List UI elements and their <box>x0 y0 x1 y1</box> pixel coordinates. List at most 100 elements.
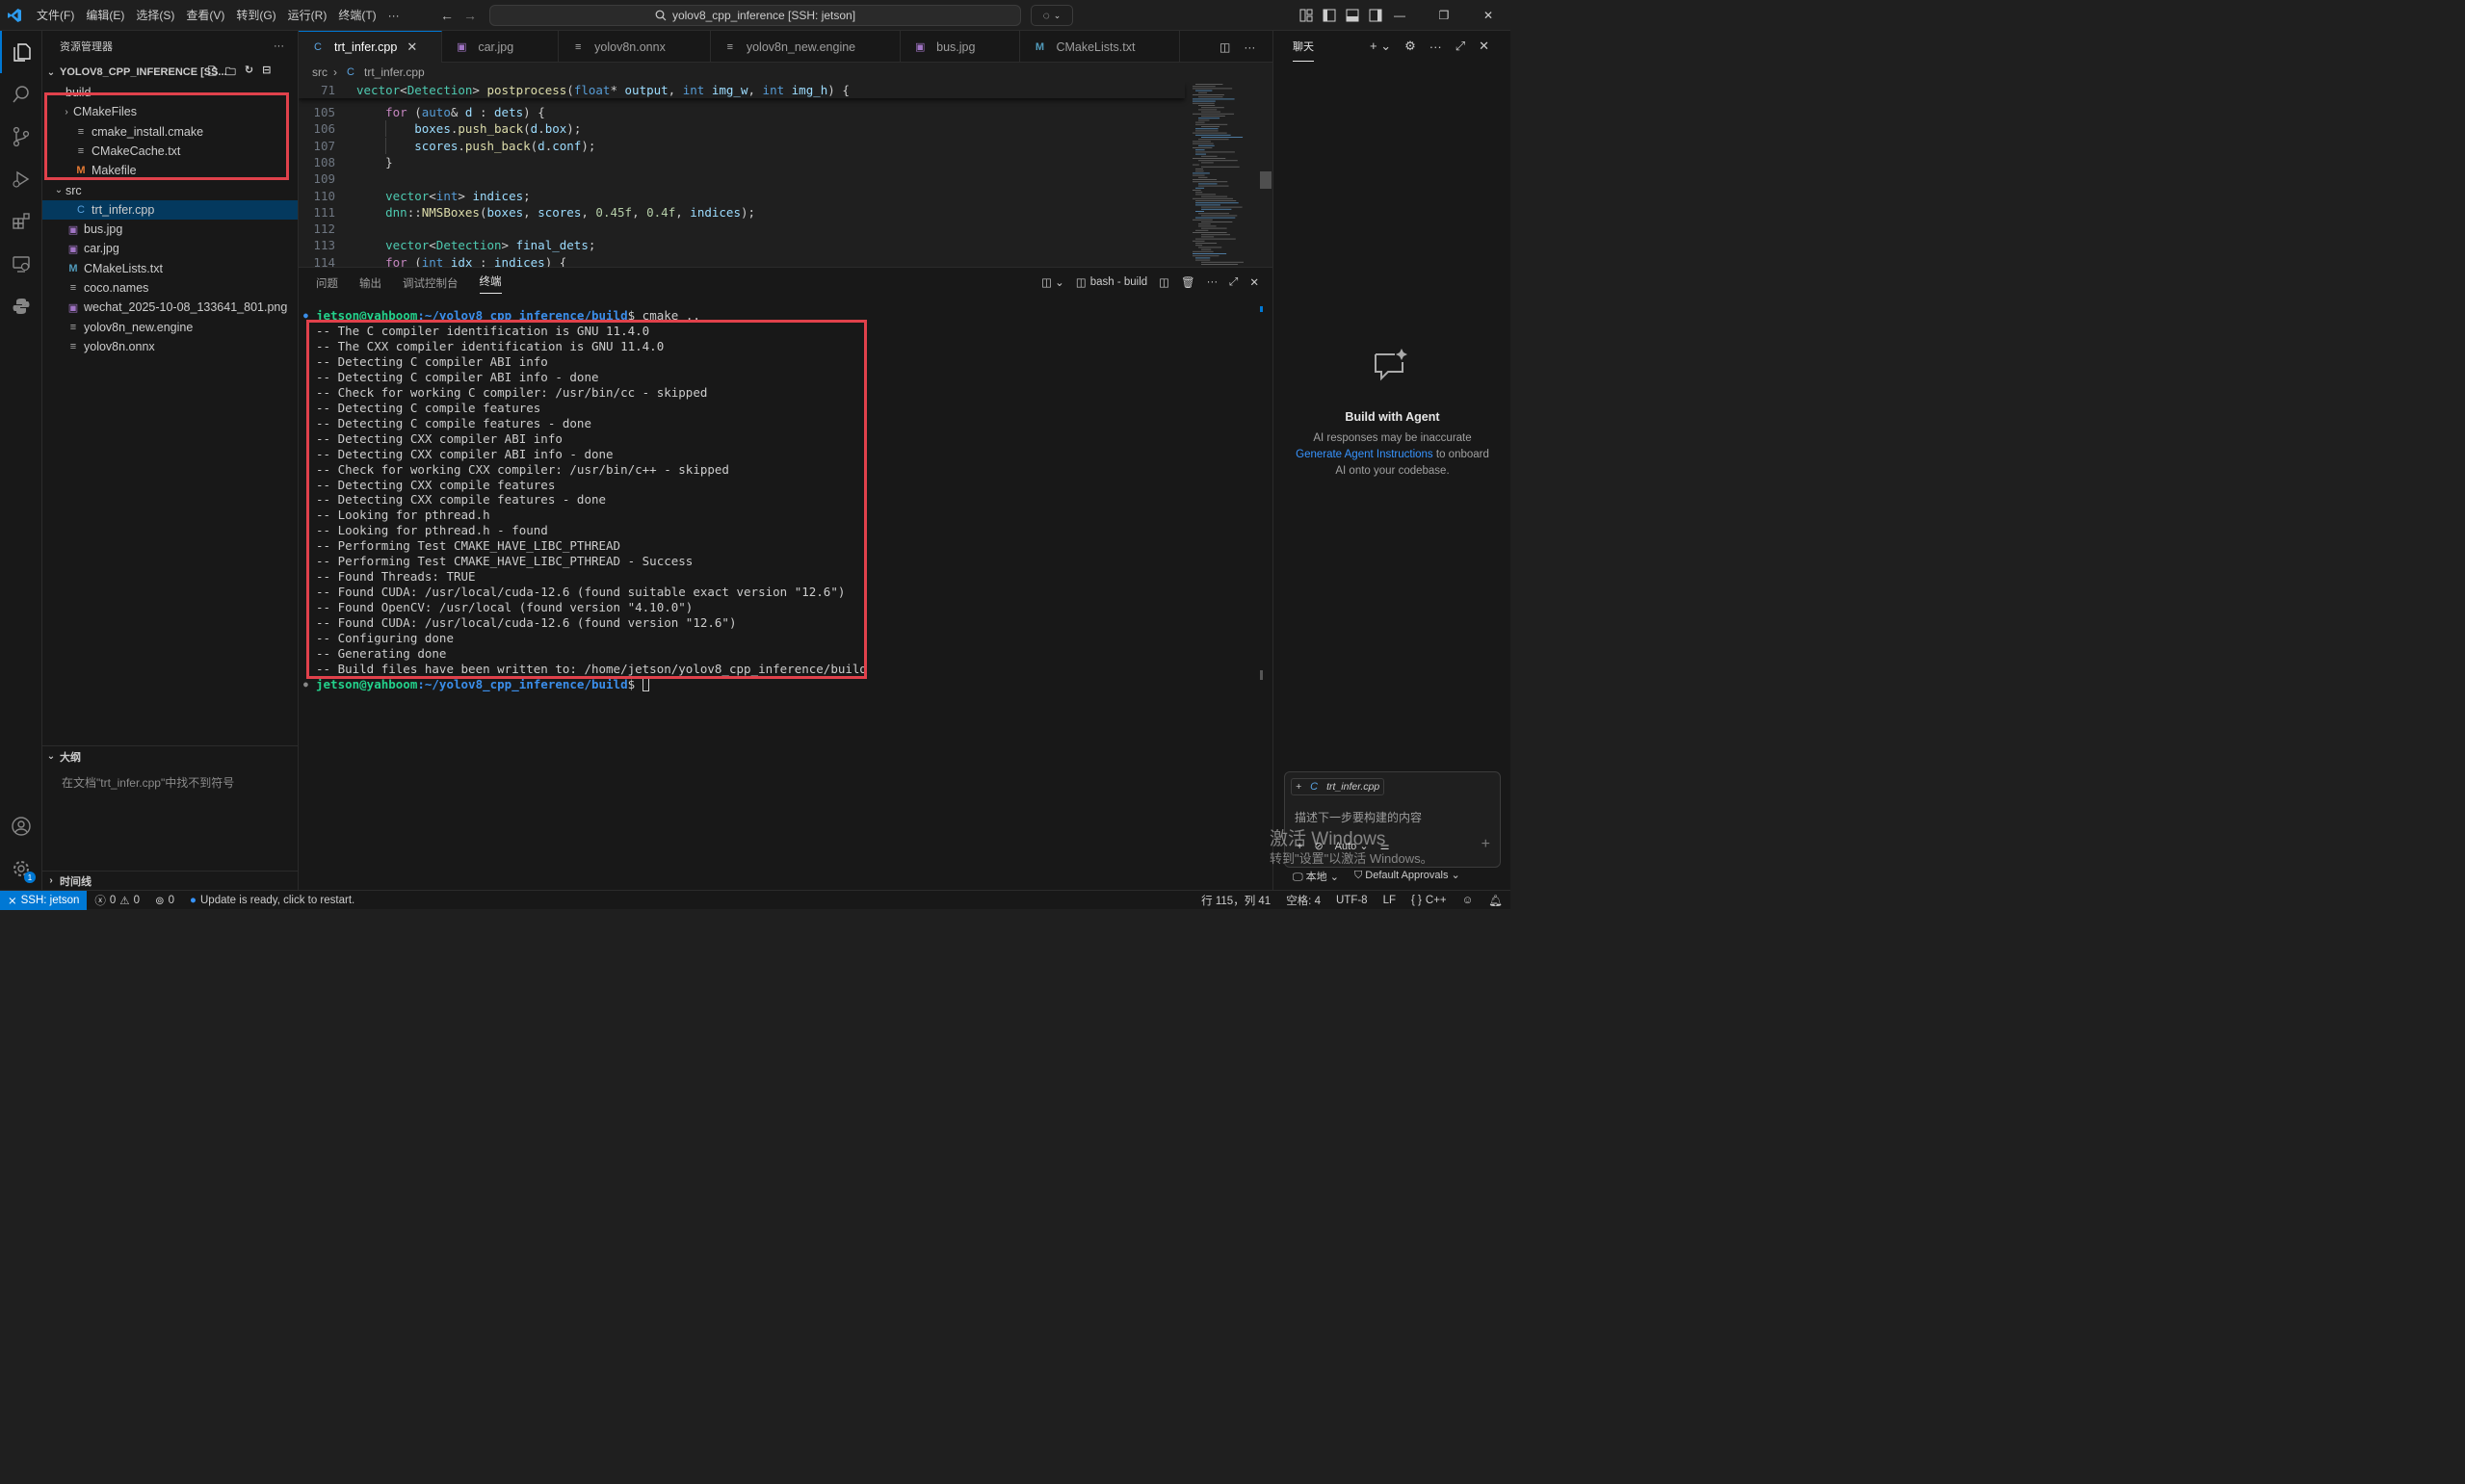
refresh-icon[interactable]: ↻ <box>245 64 253 82</box>
chat-context-chip[interactable]: + Ctrt_infer.cpp <box>1291 778 1385 795</box>
generate-agent-instructions-link[interactable]: Generate Agent Instructions <box>1296 449 1433 460</box>
copilot-status-icon[interactable]: ☺ <box>1455 891 1482 910</box>
file-tree-item[interactable]: ⌄ build <box>42 83 298 102</box>
extensions-icon[interactable] <box>0 200 42 243</box>
sticky-scroll-line[interactable]: 71 vector<Detection> postprocess(float* … <box>299 82 1185 98</box>
update-notification[interactable]: ● Update is ready, click to restart. <box>182 891 362 910</box>
panel-tab[interactable]: 终端 <box>479 273 502 294</box>
editor-tab[interactable]: ≡ yolov8n_new.engine <box>711 31 902 63</box>
menu-item[interactable]: 文件(F) <box>31 5 80 26</box>
remote-indicator[interactable]: ⨯ SSH: jetson <box>0 890 88 910</box>
code-line[interactable]: 107 scores.push_back(d.conf); <box>299 137 1185 154</box>
editor-tab[interactable]: ≡ yolov8n.onnx <box>559 31 711 63</box>
manage-gear-icon[interactable]: 1 <box>0 847 42 890</box>
indentation[interactable]: 空格: 4 <box>1278 891 1328 910</box>
file-tree-item[interactable]: ▣ bus.jpg <box>42 220 298 239</box>
panel-tab[interactable]: 调试控制台 <box>403 275 459 291</box>
code-line[interactable]: 110 vector<int> indices; <box>299 188 1185 204</box>
breadcrumb-file[interactable]: trt_infer.cpp <box>364 65 425 79</box>
file-tree-item[interactable]: ⌄ src <box>42 181 298 200</box>
split-terminal-icon[interactable]: ◫ <box>1159 275 1169 289</box>
python-icon[interactable] <box>0 285 42 327</box>
close-window-button[interactable]: ✕ <box>1466 0 1510 31</box>
collapse-all-icon[interactable]: ⊟ <box>262 64 271 82</box>
close-chat-icon[interactable]: ✕ <box>1479 39 1489 54</box>
file-tree-item[interactable]: › CMakeFiles <box>42 102 298 121</box>
menu-item[interactable]: ··· <box>382 5 406 26</box>
approvals-picker[interactable]: ⛉ Default Approvals ⌄ <box>1354 869 1460 884</box>
code-line[interactable]: 109 <box>299 170 1185 187</box>
back-arrow-icon[interactable]: ← <box>435 8 459 23</box>
run-debug-icon[interactable] <box>0 158 42 200</box>
editor-tab[interactable]: Ctrt_infer.cpp ✕ <box>299 31 443 63</box>
editor-more-icon[interactable]: ··· <box>1244 40 1255 54</box>
toggle-primary-sidebar-icon[interactable] <box>1318 0 1341 31</box>
code-line[interactable]: 106 boxes.push_back(d.box); <box>299 120 1185 138</box>
copilot-chat-button[interactable]: ◌ ⌄ <box>1031 5 1073 26</box>
language-mode[interactable]: { } C++ <box>1403 891 1455 910</box>
file-tree-item[interactable]: M Makefile <box>42 161 298 180</box>
ports-indicator[interactable]: ⊚ 0 <box>147 891 182 910</box>
new-chat-icon[interactable]: + ⌄ <box>1370 39 1391 54</box>
code-line[interactable]: 105 for (auto& d : dets) { <box>299 104 1185 120</box>
menu-item[interactable]: 转到(G) <box>230 5 281 26</box>
chat-more-icon[interactable]: ··· <box>1429 39 1442 54</box>
file-tree-item[interactable]: ≡ yolov8n_new.engine <box>42 318 298 337</box>
code-editor[interactable]: 71 vector<Detection> postprocess(float* … <box>299 82 1262 267</box>
editor-tab[interactable]: M CMakeLists.txt <box>1020 31 1181 63</box>
trash-icon[interactable]: 🗑 <box>1181 275 1195 289</box>
accounts-icon[interactable] <box>0 805 42 847</box>
chat-title[interactable]: 聊天 <box>1293 31 1314 62</box>
command-center-search[interactable]: yolov8_cpp_inference [SSH: jetson] <box>489 5 1021 26</box>
maximize-panel-icon[interactable]: ⤢ <box>1229 276 1238 289</box>
menu-item[interactable]: 查看(V) <box>180 5 230 26</box>
close-panel-icon[interactable]: ✕ <box>1249 275 1259 289</box>
code-line[interactable]: 111 dnn::NMSBoxes(boxes, scores, 0.45f, … <box>299 204 1185 221</box>
command-decoration-icon[interactable]: ● <box>303 308 308 324</box>
maximize-chat-icon[interactable]: ⤢ <box>1455 39 1465 54</box>
restore-button[interactable]: ❐ <box>1422 0 1466 31</box>
explorer-icon[interactable] <box>0 31 42 73</box>
split-editor-icon[interactable]: ◫ <box>1219 40 1230 54</box>
file-tree-item[interactable]: Ctrt_infer.cpp <box>42 199 298 220</box>
explorer-more-button[interactable]: ··· <box>274 40 284 52</box>
close-tab-icon[interactable]: ✕ <box>406 39 430 55</box>
chat-settings-gear-icon[interactable]: ⚙ <box>1404 39 1416 54</box>
search-icon[interactable] <box>0 73 42 116</box>
customize-layout-icon[interactable] <box>1295 0 1318 31</box>
send-icon[interactable]: + <box>1482 836 1490 853</box>
file-tree-item[interactable]: M CMakeLists.txt <box>42 259 298 278</box>
menu-item[interactable]: 运行(R) <box>282 5 333 26</box>
panel-more-icon[interactable]: ··· <box>1207 276 1219 288</box>
add-context-icon[interactable]: + <box>1296 781 1301 793</box>
editor-tab[interactable]: ▣ bus.jpg <box>901 31 1021 63</box>
breadcrumb-folder[interactable]: src <box>312 65 328 79</box>
chat-input-placeholder[interactable]: 描述下一步要构建的内容 <box>1295 809 1422 825</box>
editor-tab[interactable]: ▣ car.jpg <box>442 31 560 63</box>
file-tree-item[interactable]: ▣ car.jpg <box>42 239 298 258</box>
chat-location-picker[interactable]: 🖵 本地 ⌄ <box>1293 869 1339 884</box>
file-tree-item[interactable]: ≡ yolov8n.onnx <box>42 337 298 356</box>
forward-arrow-icon[interactable]: → <box>459 8 482 23</box>
code-line[interactable]: 108 } <box>299 154 1185 170</box>
outline-section-header[interactable]: ⌄ 大纲 <box>42 745 298 767</box>
toggle-panel-icon[interactable] <box>1341 0 1364 31</box>
notifications-bell-icon[interactable]: 🔔︎ <box>1481 891 1510 910</box>
new-file-icon[interactable]: 🗋 <box>208 64 217 82</box>
cursor-position[interactable]: 行 115，列 41 <box>1193 891 1278 910</box>
command-decoration-icon[interactable]: ● <box>303 677 308 692</box>
minimize-button[interactable]: — <box>1377 0 1422 31</box>
workspace-root-header[interactable]: ⌄ YOLOV8_CPP_INFERENCE [SS... 🗋 🗀 ↻ ⊟ <box>42 62 298 83</box>
minimap[interactable] <box>1185 82 1262 267</box>
code-line[interactable]: 114 for (int idx : indices) { <box>299 254 1185 267</box>
editor-scrollbar-thumb[interactable] <box>1260 171 1272 189</box>
code-line[interactable]: 113 vector<Detection> final_dets; <box>299 237 1185 253</box>
file-tree-item[interactable]: ≡ cmake_install.cmake <box>42 122 298 142</box>
panel-tab[interactable]: 问题 <box>316 275 338 291</box>
new-folder-icon[interactable]: 🗀 <box>225 64 236 82</box>
file-tree-item[interactable]: ≡ coco.names <box>42 278 298 298</box>
encoding[interactable]: UTF-8 <box>1328 891 1376 910</box>
timeline-section-header[interactable]: › 时间线 <box>42 871 298 890</box>
menu-item[interactable]: 编辑(E) <box>80 5 130 26</box>
file-tree-item[interactable]: ▣ wechat_2025-10-08_133641_801.png <box>42 298 298 317</box>
